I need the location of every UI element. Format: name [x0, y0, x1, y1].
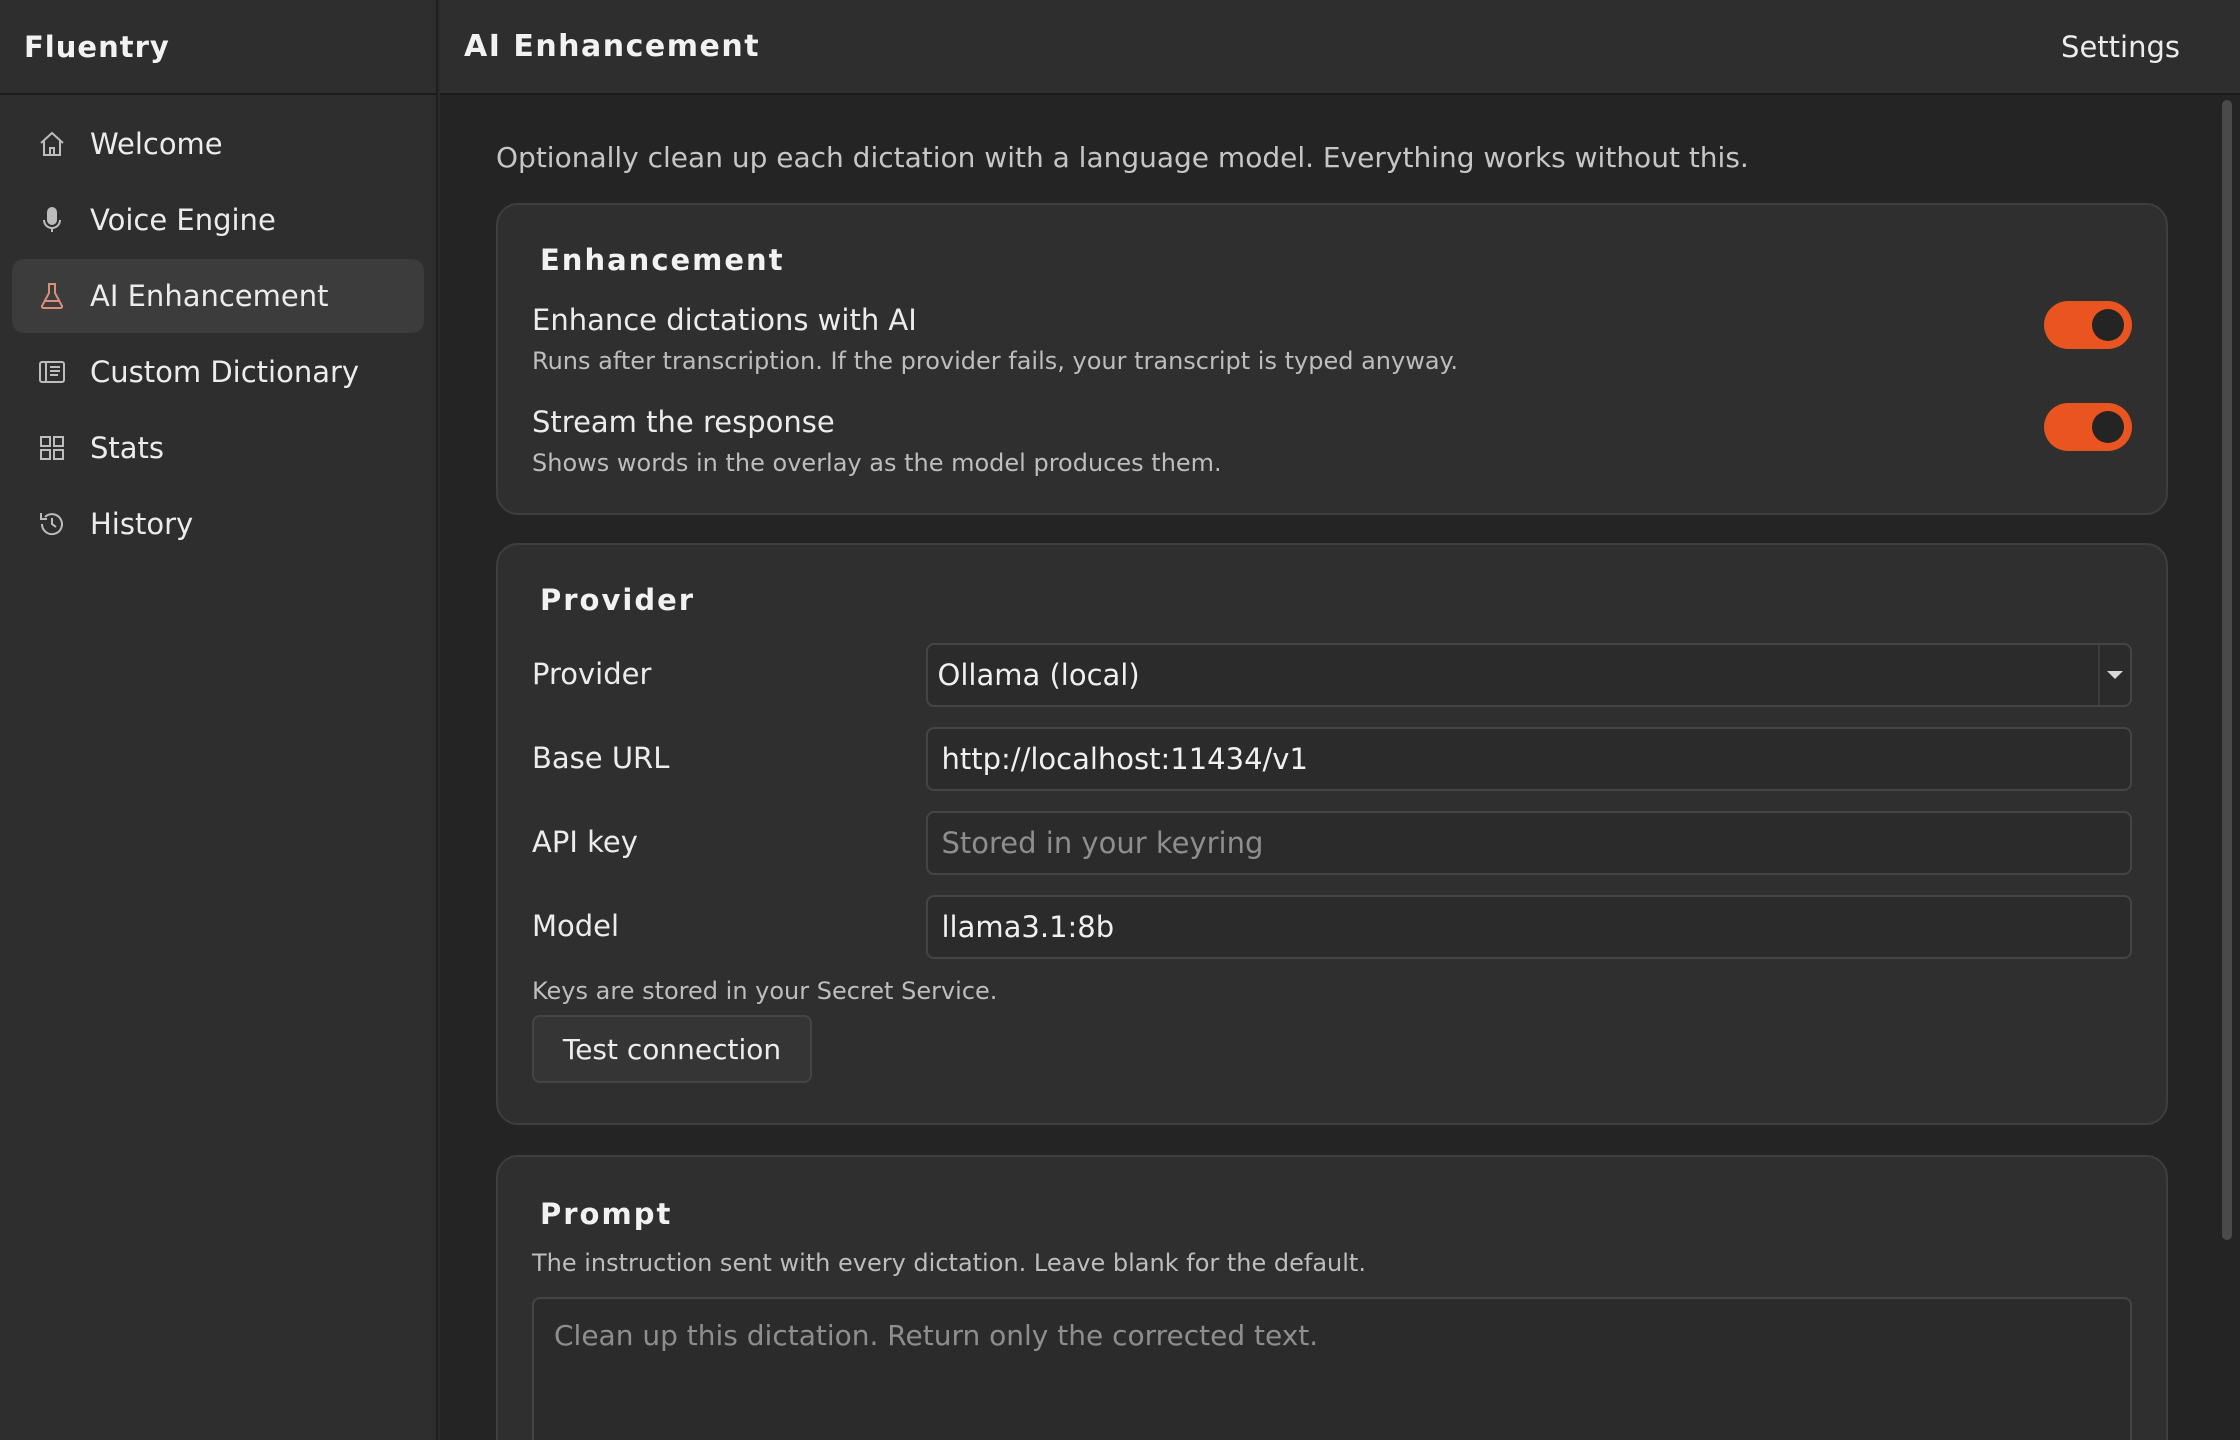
sidebar-item-ai-enhancement[interactable]: AI Enhancement — [12, 259, 424, 333]
toggle-title: Stream the response — [532, 405, 835, 439]
scrollbar[interactable] — [2222, 100, 2232, 1240]
sidebar-item-custom-dictionary[interactable]: Custom Dictionary — [12, 335, 424, 409]
switch-knob — [2092, 309, 2124, 341]
microphone-icon — [36, 204, 68, 236]
prompt-card-title: Prompt — [540, 1197, 673, 1231]
keys-note: Keys are stored in your Secret Service. — [532, 977, 998, 1005]
stream-response-switch[interactable] — [2044, 403, 2132, 451]
toggle-title: Enhance dictations with AI — [532, 303, 917, 337]
provider-row: Provider Ollama (local) — [532, 643, 2132, 727]
page-title: AI Enhancement — [464, 29, 761, 64]
sidebar: Fluentry Welcome Voice Engine AI Enhance… — [0, 0, 438, 1440]
enhancement-card-title: Enhancement — [540, 243, 785, 277]
base-url-input[interactable]: http://localhost:11434/v1 — [925, 727, 2132, 791]
toggle-subtitle: Shows words in the overlay as the model … — [532, 449, 1222, 477]
base-url-row: Base URL http://localhost:11434/v1 — [532, 727, 2132, 811]
header-bar: AI Enhancement Settings — [440, 0, 2240, 95]
api-key-label: API key — [532, 825, 638, 859]
page-description: Optionally clean up each dictation with … — [496, 141, 1749, 174]
api-key-input[interactable]: Stored in your keyring — [925, 811, 2132, 875]
provider-dropdown[interactable]: Ollama (local) — [925, 643, 2132, 707]
history-icon — [36, 508, 68, 540]
toggle-row-stream: Stream the response Shows words in the o… — [532, 403, 2132, 507]
api-key-row: API key Stored in your keyring — [532, 811, 2132, 895]
sidebar-nav: Welcome Voice Engine AI Enhancement Cust… — [0, 95, 436, 561]
sidebar-item-label: Custom Dictionary — [90, 355, 360, 389]
test-connection-button[interactable]: Test connection — [532, 1015, 812, 1083]
chevron-down-icon[interactable] — [2098, 645, 2130, 705]
base-url-label: Base URL — [532, 741, 670, 775]
sidebar-item-label: AI Enhancement — [90, 279, 329, 313]
model-input[interactable]: llama3.1:8b — [925, 895, 2132, 959]
prompt-card: Prompt The instruction sent with every d… — [496, 1155, 2168, 1440]
prompt-textarea[interactable]: Clean up this dictation. Return only the… — [532, 1297, 2132, 1440]
sidebar-item-label: Welcome — [90, 127, 223, 161]
app-window: Fluentry Welcome Voice Engine AI Enhance… — [0, 0, 2240, 1440]
model-label: Model — [532, 909, 620, 943]
sidebar-item-voice-engine[interactable]: Voice Engine — [12, 183, 424, 257]
settings-button[interactable]: Settings — [2061, 30, 2180, 64]
grid-icon — [36, 432, 68, 464]
main-panel: AI Enhancement Settings Optionally clean… — [440, 0, 2240, 1440]
flask-icon — [36, 280, 68, 312]
content-area: Optionally clean up each dictation with … — [496, 95, 2168, 1440]
toggle-subtitle: Runs after transcription. If the provide… — [532, 347, 1458, 375]
toggle-row-enhance: Enhance dictations with AI Runs after tr… — [532, 301, 2132, 405]
sidebar-item-label: History — [90, 507, 194, 541]
app-name: Fluentry — [0, 0, 436, 95]
sidebar-item-label: Stats — [90, 431, 165, 465]
provider-card: Provider Provider Ollama (local) Base UR… — [496, 543, 2168, 1125]
prompt-description: The instruction sent with every dictatio… — [532, 1249, 1366, 1277]
provider-selected-value: Ollama (local) — [937, 658, 1140, 692]
sidebar-item-welcome[interactable]: Welcome — [12, 107, 424, 181]
enhancement-card: Enhancement Enhance dictations with AI R… — [496, 203, 2168, 515]
switch-knob — [2092, 411, 2124, 443]
sidebar-item-label: Voice Engine — [90, 203, 276, 237]
sidebar-item-history[interactable]: History — [12, 487, 424, 561]
sidebar-item-stats[interactable]: Stats — [12, 411, 424, 485]
book-icon — [36, 356, 68, 388]
provider-label: Provider — [532, 657, 652, 691]
provider-card-title: Provider — [540, 583, 696, 617]
model-row: Model llama3.1:8b — [532, 895, 2132, 977]
enhance-ai-switch[interactable] — [2044, 301, 2132, 349]
home-icon — [36, 128, 68, 160]
